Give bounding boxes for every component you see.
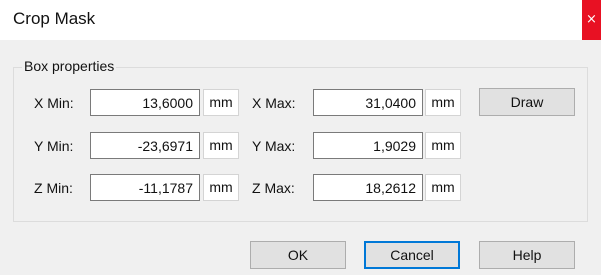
help-button[interactable]: Help	[479, 241, 575, 269]
crop-mask-dialog: Crop Mask × Box properties X Min: mm X M…	[0, 0, 601, 275]
cancel-button[interactable]: Cancel	[364, 241, 460, 269]
close-button[interactable]: ×	[582, 0, 601, 40]
ymax-label: Y Max:	[252, 138, 296, 154]
ymax-unit: mm	[425, 132, 461, 159]
ymin-unit: mm	[203, 132, 239, 159]
zmax-field[interactable]	[313, 174, 423, 201]
zmin-label: Z Min:	[34, 180, 73, 196]
xmax-unit: mm	[425, 89, 461, 116]
window-title: Crop Mask	[13, 9, 96, 28]
xmin-field[interactable]	[90, 89, 200, 116]
xmin-label: X Min:	[34, 95, 74, 111]
zmin-unit: mm	[203, 174, 239, 201]
ymax-field[interactable]	[313, 132, 423, 159]
xmax-label: X Max:	[252, 95, 296, 111]
close-icon: ×	[586, 12, 597, 27]
zmax-unit: mm	[425, 174, 461, 201]
title-bar: Crop Mask ×	[0, 0, 601, 40]
zmin-field[interactable]	[90, 174, 200, 201]
xmax-field[interactable]	[313, 89, 423, 116]
xmin-unit: mm	[203, 89, 239, 116]
group-title: Box properties	[22, 58, 117, 74]
draw-button[interactable]: Draw	[479, 88, 575, 116]
ok-button[interactable]: OK	[250, 241, 346, 269]
zmax-label: Z Max:	[252, 180, 295, 196]
ymin-field[interactable]	[90, 132, 200, 159]
ymin-label: Y Min:	[34, 138, 74, 154]
